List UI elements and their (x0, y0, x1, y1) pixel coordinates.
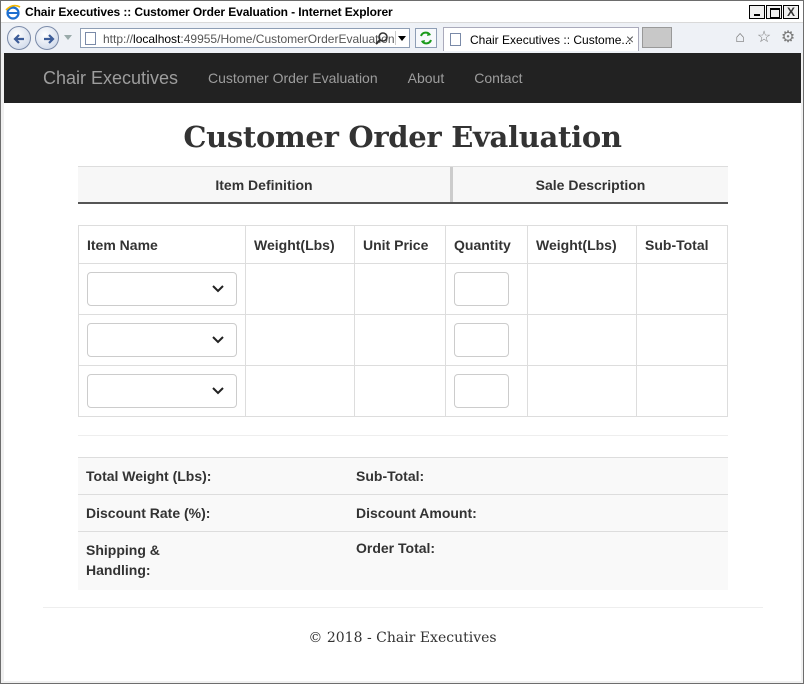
tab-page-icon (450, 33, 461, 46)
browser-tab[interactable]: Chair Executives :: Custome... × (443, 27, 639, 51)
header-subtotal: Sub-Total (636, 225, 728, 264)
item-select[interactable] (87, 272, 237, 306)
table-header-row: Item Name Weight(Lbs) Unit Price Quantit… (78, 225, 728, 264)
items-table: Item Name Weight(Lbs) Unit Price Quantit… (78, 225, 728, 417)
shipping-handling-label: Shipping & Handling: (86, 542, 160, 578)
header-total-weight: Weight(Lbs) (527, 225, 637, 264)
new-tab-button[interactable] (642, 27, 672, 48)
unit-price-cell (354, 263, 446, 315)
totals-row: Total Weight (Lbs): Sub-Total: (78, 457, 728, 495)
home-icon[interactable]: ⌂ (731, 29, 749, 47)
url-path: :49955/Home/CustomerOrderEvaluation (180, 32, 395, 46)
brand-link[interactable]: Chair Executives (43, 68, 178, 89)
item-select[interactable] (87, 374, 237, 408)
browser-window: Chair Executives :: Customer Order Evalu… (0, 0, 804, 684)
subtotal-cell (636, 314, 728, 366)
total-weight-cell (527, 365, 637, 417)
star-icon[interactable]: ☆ (755, 29, 773, 47)
gear-icon[interactable]: ⚙ (779, 29, 797, 47)
section-header: Item Definition Sale Description (78, 166, 728, 204)
totals-table: Total Weight (Lbs): Sub-Total: Discount … (78, 457, 728, 590)
table-row (78, 314, 728, 366)
weight-cell (245, 365, 355, 417)
nav-link-contact[interactable]: Contact (474, 70, 522, 86)
quantity-input[interactable] (454, 374, 509, 408)
totals-row: Shipping & Handling: Order Total: (78, 531, 728, 590)
nav-link-customer-order-evaluation[interactable]: Customer Order Evaluation (208, 70, 378, 86)
url-text[interactable]: http://localhost:49955/Home/CustomerOrde… (103, 32, 395, 46)
weight-cell (245, 263, 355, 315)
window-title: Chair Executives :: Customer Order Evalu… (25, 5, 393, 19)
table-row (78, 365, 728, 417)
close-window-button[interactable]: X (783, 5, 799, 19)
table-row (78, 263, 728, 315)
back-button[interactable] (7, 26, 31, 50)
tab-label: Chair Executives :: Custome... (470, 33, 632, 47)
nav-link-about[interactable]: About (408, 70, 445, 86)
subtotal-cell (636, 263, 728, 315)
total-weight-label: Total Weight (Lbs): (78, 457, 348, 495)
maximize-button[interactable] (766, 5, 782, 19)
subtotal-cell (636, 365, 728, 417)
history-dropdown-icon[interactable] (64, 35, 72, 40)
refresh-icon (420, 31, 432, 45)
unit-price-cell (354, 365, 446, 417)
address-dropdown-icon[interactable] (395, 31, 407, 45)
chevron-down-icon (212, 387, 224, 395)
page-icon (85, 32, 96, 45)
page-viewport: Chair Executives Customer Order Evaluati… (4, 53, 801, 681)
unit-price-cell (354, 314, 446, 366)
tab-close-icon[interactable]: × (626, 31, 634, 47)
sale-description-header: Sale Description (535, 177, 646, 193)
order-total-label: Order Total: (348, 531, 728, 590)
url-prefix: http:// (103, 32, 134, 46)
footer-text: © 2018 - Chair Executives (308, 630, 497, 646)
totals-row: Discount Rate (%): Discount Amount: (78, 494, 728, 532)
subtotal-label: Sub-Total: (348, 457, 728, 495)
quantity-input[interactable] (454, 323, 509, 357)
chevron-down-icon (212, 336, 224, 344)
refresh-button[interactable] (415, 28, 437, 48)
forward-button[interactable] (35, 26, 59, 50)
minimize-button[interactable] (749, 5, 765, 19)
discount-rate-label: Discount Rate (%): (78, 494, 348, 532)
forward-arrow-icon (44, 34, 55, 44)
address-bar[interactable]: http://localhost:49955/Home/CustomerOrde… (80, 28, 410, 48)
search-icon[interactable] (375, 31, 389, 45)
quantity-input[interactable] (454, 272, 509, 306)
weight-cell (245, 314, 355, 366)
nav-links: Customer Order Evaluation About Contact (208, 70, 552, 86)
url-host: localhost (133, 32, 181, 46)
header-weight: Weight(Lbs) (245, 225, 355, 264)
header-item-name: Item Name (78, 225, 246, 264)
total-weight-cell (527, 314, 637, 366)
title-bar: Chair Executives :: Customer Order Evalu… (1, 1, 803, 23)
divider (78, 435, 728, 436)
chevron-down-icon (212, 285, 224, 293)
browser-toolbar: http://localhost:49955/Home/CustomerOrde… (1, 23, 803, 53)
header-quantity: Quantity (445, 225, 528, 264)
site-navbar: Chair Executives Customer Order Evaluati… (4, 53, 801, 103)
back-arrow-icon (13, 34, 24, 44)
header-unit-price: Unit Price (354, 225, 446, 264)
discount-amount-label: Discount Amount: (348, 494, 728, 532)
item-definition-header: Item Definition (78, 167, 453, 202)
item-select[interactable] (87, 323, 237, 357)
page-title: Customer Order Evaluation (183, 120, 622, 154)
total-weight-cell (527, 263, 637, 315)
internet-explorer-logo-icon (5, 4, 21, 20)
footer-divider (43, 607, 763, 608)
